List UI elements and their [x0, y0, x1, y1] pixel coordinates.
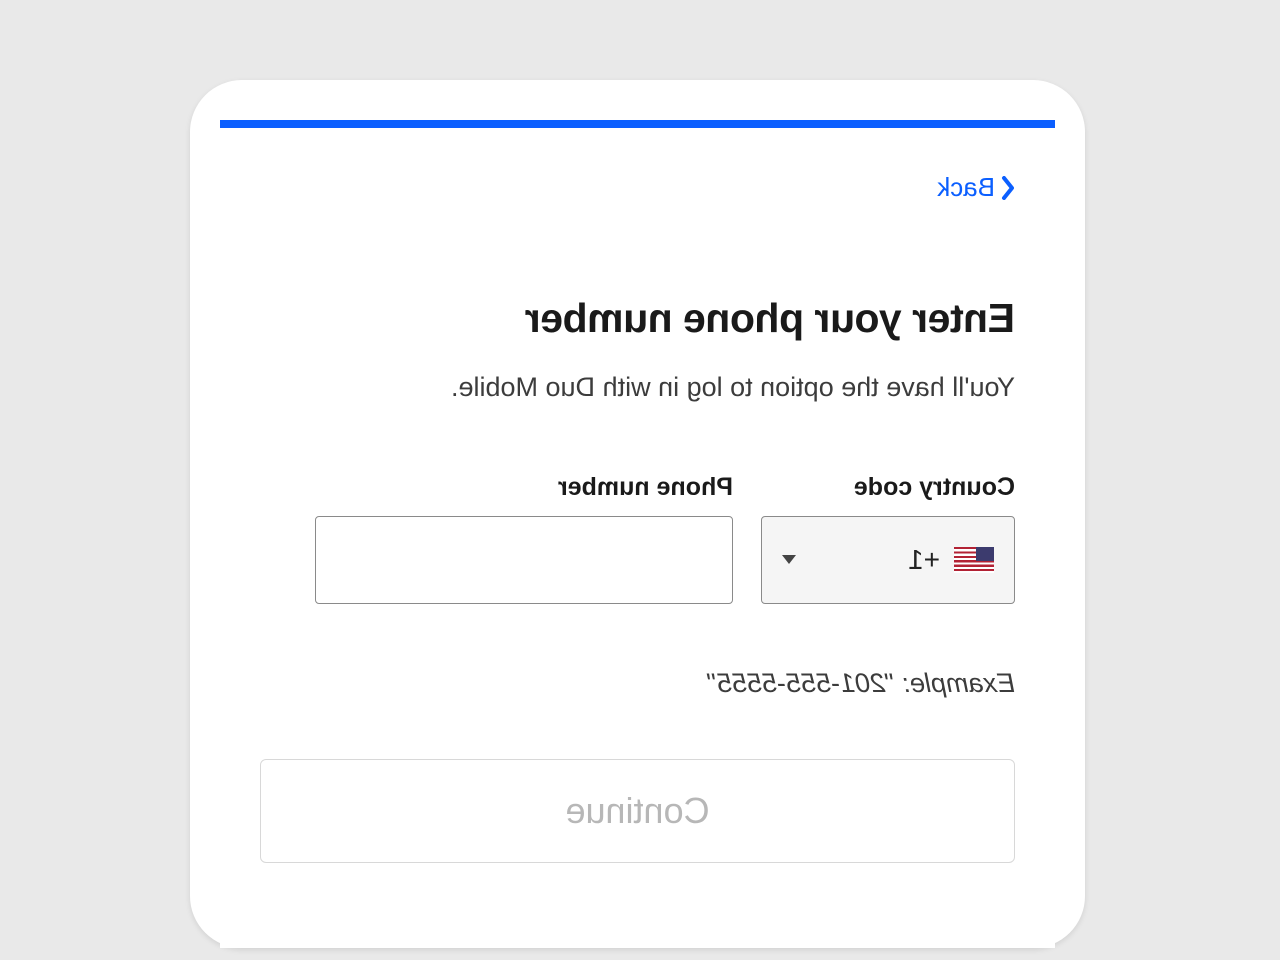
- back-button[interactable]: Back: [937, 172, 1015, 203]
- page-title: Enter your phone number: [260, 295, 1015, 342]
- phone-number-input[interactable]: [315, 516, 733, 604]
- country-code-label: Country code: [761, 473, 1015, 502]
- phone-form-row: Country code +1 Phone number: [260, 473, 1015, 604]
- continue-label: Continue: [565, 790, 709, 832]
- dial-code: +1: [908, 544, 940, 576]
- chevron-left-icon: [1001, 176, 1015, 200]
- chevron-down-icon: [782, 555, 796, 564]
- example-hint: Example: "201-555-5555": [260, 668, 1015, 699]
- country-code-select[interactable]: +1: [761, 516, 1015, 604]
- page-subtitle: You'll have the option to log in with Du…: [260, 372, 1015, 403]
- us-flag-icon: [954, 547, 994, 573]
- device-frame: Back Enter your phone number You'll have…: [190, 80, 1085, 948]
- back-label: Back: [937, 172, 995, 203]
- phone-number-label: Phone number: [315, 473, 733, 502]
- continue-button[interactable]: Continue: [260, 759, 1015, 863]
- auth-card: Back Enter your phone number You'll have…: [220, 120, 1055, 948]
